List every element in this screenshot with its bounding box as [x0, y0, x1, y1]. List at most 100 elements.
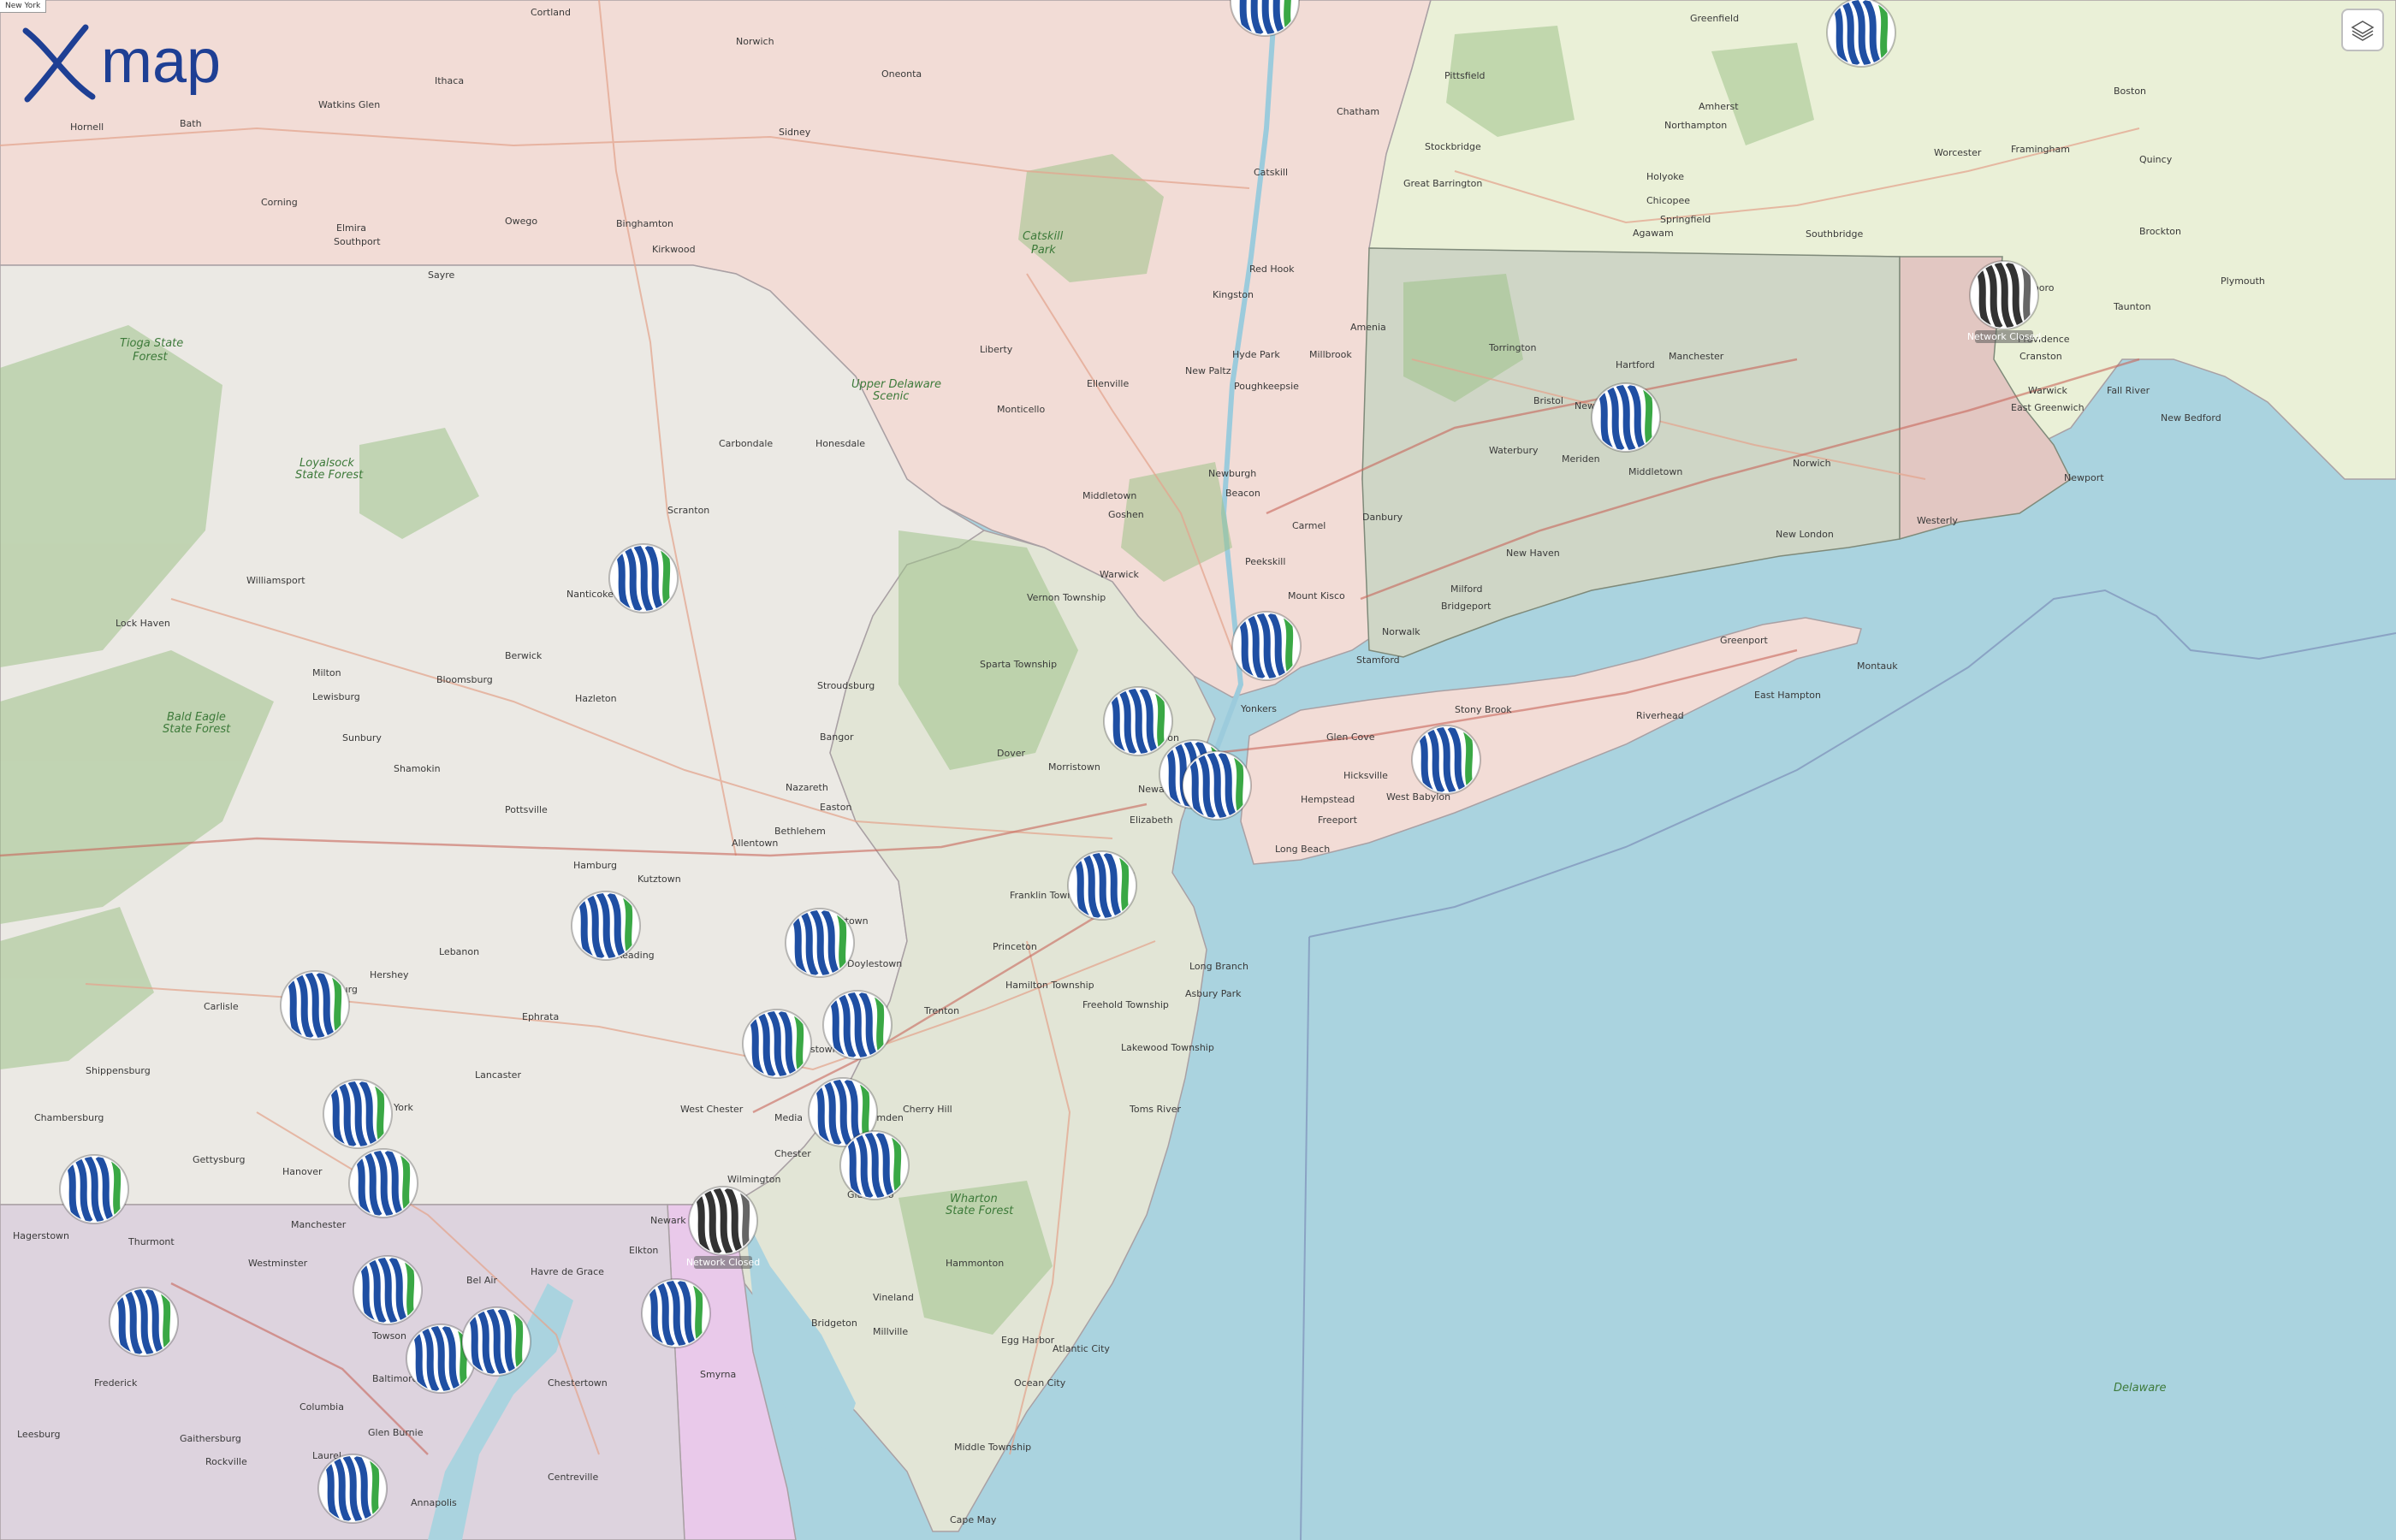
place-label: Holyoke [1646, 171, 1684, 182]
place-label: Stony Brook [1455, 704, 1512, 715]
location-marker[interactable] [571, 891, 641, 961]
place-label: Millville [873, 1326, 908, 1337]
park-label: Wharton [950, 1193, 998, 1205]
location-marker[interactable] [1103, 686, 1173, 756]
layers-button[interactable] [2341, 9, 2384, 51]
place-label: Hammonton [946, 1258, 1004, 1269]
location-marker[interactable] [1826, 0, 1896, 68]
park-label: State Forest [163, 723, 231, 736]
place-label: Havre de Grace [531, 1266, 604, 1277]
place-label: Newark [650, 1215, 686, 1226]
place-label: Lock Haven [116, 618, 170, 629]
map-canvas[interactable]: Cortland Norwich Oneonta Ithaca Watkins Glen… [0, 0, 2396, 1540]
place-label: Carmel [1292, 520, 1326, 531]
place-label: Bath [180, 118, 202, 129]
place-label: Owego [505, 216, 537, 227]
place-label: Kingston [1213, 289, 1254, 300]
location-marker[interactable] [1411, 725, 1481, 795]
place-label: Bethlehem [774, 826, 826, 837]
location-marker[interactable] [280, 970, 350, 1040]
place-label: Beacon [1225, 488, 1260, 499]
place-label: Bristol [1533, 395, 1563, 406]
location-marker[interactable] [1067, 850, 1137, 921]
place-label: Allentown [732, 838, 778, 849]
location-marker[interactable] [323, 1079, 393, 1149]
place-label: Pottsville [505, 804, 548, 815]
location-marker[interactable] [742, 1009, 812, 1079]
place-label: Annapolis [411, 1497, 457, 1508]
place-label: Middletown [1628, 466, 1682, 477]
place-label: Oneonta [881, 68, 922, 80]
place-label: Warwick [2028, 385, 2068, 396]
place-label: Greenport [1720, 635, 1769, 646]
place-label: Liberty [980, 344, 1013, 355]
place-label: Corning [261, 197, 298, 208]
location-marker[interactable] [785, 908, 855, 978]
place-label: Norwalk [1382, 626, 1420, 637]
place-label: Centreville [548, 1472, 598, 1483]
park-label: State Forest [295, 469, 364, 482]
location-marker[interactable] [461, 1306, 531, 1377]
location-marker[interactable] [59, 1154, 129, 1224]
place-label: Riverhead [1636, 710, 1684, 721]
place-label: Westerly [1917, 515, 1958, 526]
place-label: Cherry Hill [903, 1104, 952, 1115]
place-label: Manchester [1669, 351, 1724, 362]
place-label: Long Branch [1189, 961, 1248, 972]
place-label: Long Beach [1275, 844, 1330, 855]
place-label: Gettysburg [193, 1154, 245, 1165]
place-label: Kirkwood [652, 244, 696, 255]
place-label: Berwick [505, 650, 543, 661]
place-label: Stroudsburg [817, 680, 875, 691]
place-label: Wilmington [727, 1174, 781, 1185]
place-label: Amenia [1350, 322, 1386, 333]
location-marker[interactable] [641, 1278, 711, 1348]
place-label: Freeport [1318, 814, 1358, 826]
place-label: Ephrata [522, 1011, 559, 1022]
place-label: Ocean City [1014, 1377, 1066, 1389]
park-label: Forest [133, 351, 169, 364]
marker-label: Network Closed [686, 1257, 760, 1268]
place-label: Smyrna [700, 1369, 736, 1380]
location-marker[interactable] [1591, 382, 1661, 453]
place-label: Agawam [1633, 228, 1674, 239]
location-marker[interactable] [822, 990, 893, 1060]
place-label: Milton [312, 667, 341, 678]
brand-logo[interactable]: map [15, 15, 246, 110]
place-label: Quincy [2139, 154, 2173, 165]
place-label: Sayre [428, 270, 455, 281]
marker-label: Network Closed [1967, 331, 2041, 342]
place-label: Elkton [629, 1245, 658, 1256]
place-label: Pittsfield [1444, 70, 1486, 81]
place-label: Lebanon [439, 946, 479, 957]
place-label: Chambersburg [34, 1112, 104, 1123]
place-label: Frederick [94, 1377, 138, 1389]
location-marker[interactable] [348, 1148, 418, 1218]
location-marker[interactable] [608, 543, 679, 613]
place-label: Yonkers [1240, 703, 1277, 714]
location-marker[interactable] [1182, 750, 1252, 820]
place-label: Middle Township [954, 1442, 1031, 1453]
location-marker[interactable] [353, 1255, 423, 1325]
place-label: Williamsport [246, 575, 305, 586]
location-marker[interactable] [109, 1287, 179, 1357]
place-label: New London [1776, 529, 1834, 540]
place-label: Taunton [2113, 301, 2151, 312]
network-closed-marker[interactable]: Network Closed [1967, 260, 2041, 343]
place-label: Peekskill [1245, 556, 1285, 567]
place-label: Elizabeth [1130, 814, 1173, 826]
place-label: Honesdale [815, 438, 865, 449]
place-label: East Greenwich [2011, 402, 2085, 413]
network-closed-marker[interactable]: Network Closed [686, 1186, 760, 1269]
place-label: Sidney [779, 127, 811, 138]
location-marker[interactable] [1231, 611, 1302, 681]
place-label: Meriden [1562, 453, 1600, 465]
place-label: Springfield [1660, 214, 1711, 225]
place-label: York [393, 1102, 414, 1113]
location-marker[interactable] [839, 1130, 910, 1200]
place-label: Chicopee [1646, 195, 1690, 206]
location-marker[interactable] [317, 1454, 388, 1524]
place-label: Hicksville [1343, 770, 1388, 781]
place-label: West Chester [680, 1104, 744, 1115]
place-label: Rockville [205, 1456, 247, 1467]
